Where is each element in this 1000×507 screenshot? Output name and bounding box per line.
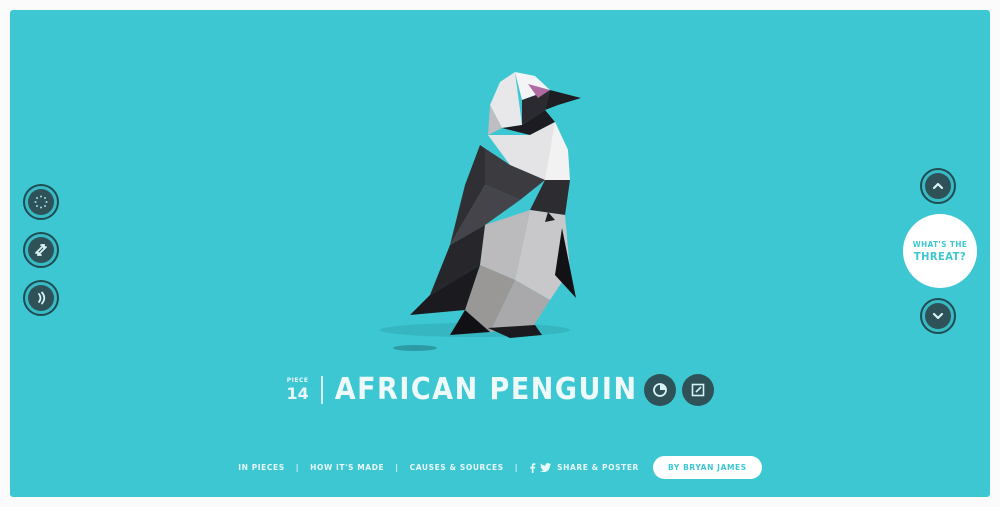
piece-label: PIECE: [286, 376, 309, 384]
info-card-button[interactable]: [681, 373, 714, 406]
chevron-up-icon: [932, 182, 944, 190]
footer-separator: |: [295, 463, 300, 472]
threat-line-1: WHAT'S THE: [912, 239, 968, 249]
whats-the-threat-button[interactable]: WHAT'S THE THREAT?: [903, 214, 977, 288]
stage: WHAT'S THE THREAT? PIECE 14 AFRICAN PENG…: [10, 10, 990, 497]
population-button[interactable]: [643, 373, 676, 406]
external-card-icon: [691, 383, 704, 396]
facebook-icon[interactable]: [529, 462, 536, 473]
byline-button[interactable]: BY BRYAN JAMES: [652, 456, 762, 479]
next-piece-button[interactable]: [920, 298, 956, 334]
twitter-icon[interactable]: [540, 463, 552, 472]
footer-separator: |: [514, 463, 519, 472]
previous-piece-button[interactable]: [920, 168, 956, 204]
footer-separator: |: [395, 463, 399, 472]
how-its-made-link[interactable]: HOW IT'S MADE: [310, 463, 384, 472]
population-chart-icon: [652, 382, 667, 397]
threat-line-2: THREAT?: [913, 249, 967, 263]
share-poster-link[interactable]: SHARE & POSTER: [557, 463, 639, 472]
piece-count: 14: [286, 383, 309, 403]
species-title-row: PIECE 14 AFRICAN PENGUIN: [10, 372, 990, 407]
african-penguin-illustration: [380, 72, 581, 351]
piece-number: PIECE 14: [286, 376, 309, 403]
footer-nav: IN PIECES | HOW IT'S MADE | CAUSES & SOU…: [10, 456, 990, 479]
causes-sources-link[interactable]: CAUSES & SOURCES: [410, 463, 504, 472]
species-name: AFRICAN PENGUIN: [334, 372, 638, 407]
title-divider: [320, 375, 323, 404]
in-pieces-link[interactable]: IN PIECES: [238, 463, 285, 472]
social-icons: [529, 462, 552, 473]
chevron-down-icon: [932, 312, 944, 320]
